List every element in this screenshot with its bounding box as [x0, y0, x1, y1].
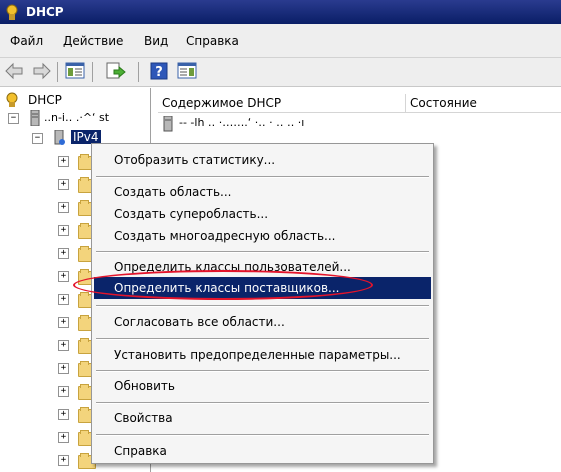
- back-arrow-icon[interactable]: [4, 60, 26, 82]
- expand-icon[interactable]: +: [58, 225, 69, 236]
- ipv4-icon: [54, 129, 66, 149]
- svg-text:?: ?: [155, 65, 163, 80]
- menu-bar: Файл Действие Вид Справка: [0, 24, 561, 58]
- expand-icon[interactable]: +: [58, 294, 69, 305]
- list-cell-content: -- -lh ‥ ‧‥‥‥.‘ ·‥ ‧ ‥ ‥ ·ı: [179, 116, 305, 129]
- expand-icon[interactable]: +: [58, 409, 69, 420]
- menu-separator: [96, 370, 429, 372]
- toolbar: ?: [0, 58, 561, 87]
- menu-file[interactable]: Файл: [10, 34, 43, 48]
- action-pane-icon[interactable]: [176, 60, 198, 82]
- menu-separator: [96, 402, 429, 404]
- menu-separator: [96, 338, 429, 340]
- toolbar-separator: [92, 62, 93, 82]
- menu-item-properties[interactable]: Свойства: [94, 407, 431, 429]
- window-title: DHCP: [26, 5, 64, 19]
- menu-item-new-superscope[interactable]: Создать суперобласть...: [94, 203, 431, 225]
- tree-label: ..n-i‥ .·^‘ st: [44, 111, 110, 124]
- show-hide-tree-icon[interactable]: [64, 60, 86, 82]
- menu-item-new-multicast-scope[interactable]: Создать многоадресную область...: [94, 225, 431, 247]
- expand-icon[interactable]: +: [58, 455, 69, 466]
- expand-icon[interactable]: +: [58, 363, 69, 374]
- export-list-icon[interactable]: [104, 60, 126, 82]
- help-icon[interactable]: ?: [148, 60, 170, 82]
- menu-separator: [96, 176, 429, 178]
- server-icon: [163, 115, 173, 135]
- menu-separator: [96, 251, 429, 253]
- column-header-status[interactable]: Состояние: [406, 94, 561, 112]
- menu-action[interactable]: Действие: [63, 34, 123, 48]
- dhcp-root-icon: [4, 92, 22, 111]
- context-menu[interactable]: Отобразить статистику... Создать область…: [91, 143, 434, 464]
- expand-icon[interactable]: +: [58, 317, 69, 328]
- expand-icon[interactable]: +: [58, 156, 69, 167]
- menu-separator: [96, 434, 429, 436]
- tree-label: DHCP: [28, 93, 62, 107]
- forward-arrow-icon[interactable]: [30, 60, 52, 82]
- expand-icon[interactable]: +: [58, 202, 69, 213]
- menu-item-set-predefined-options[interactable]: Установить предопределенные параметры...: [94, 344, 431, 366]
- menu-item-show-statistics[interactable]: Отобразить статистику...: [94, 149, 431, 171]
- expand-icon[interactable]: +: [58, 386, 69, 397]
- toolbar-separator: [138, 62, 139, 82]
- toolbar-separator: [57, 62, 58, 82]
- expand-icon[interactable]: +: [58, 179, 69, 190]
- collapse-icon[interactable]: −: [8, 113, 19, 124]
- collapse-icon[interactable]: −: [32, 133, 43, 144]
- menu-view[interactable]: Вид: [144, 34, 168, 48]
- list-header: Содержимое DHCP Состояние: [158, 94, 561, 113]
- server-icon: [30, 109, 40, 129]
- column-header-content[interactable]: Содержимое DHCP: [158, 94, 406, 112]
- title-bar: DHCP: [0, 0, 561, 24]
- tree-label-selected: IPv4: [71, 130, 101, 144]
- expand-icon[interactable]: +: [58, 432, 69, 443]
- expand-icon[interactable]: +: [58, 340, 69, 351]
- menu-item-refresh[interactable]: Обновить: [94, 375, 431, 397]
- menu-item-define-vendor-classes[interactable]: Определить классы поставщиков...: [94, 277, 431, 299]
- dhcp-app-icon: [3, 3, 21, 24]
- menu-item-help[interactable]: Справка: [94, 440, 431, 462]
- expand-icon[interactable]: +: [58, 248, 69, 259]
- menu-help[interactable]: Справка: [186, 34, 239, 48]
- menu-item-reconcile-all-scopes[interactable]: Согласовать все области...: [94, 311, 431, 333]
- expand-icon[interactable]: +: [58, 271, 69, 282]
- menu-item-define-user-classes[interactable]: Определить классы пользователей...: [94, 256, 431, 278]
- menu-item-new-scope[interactable]: Создать область...: [94, 181, 431, 203]
- menu-separator: [96, 305, 429, 307]
